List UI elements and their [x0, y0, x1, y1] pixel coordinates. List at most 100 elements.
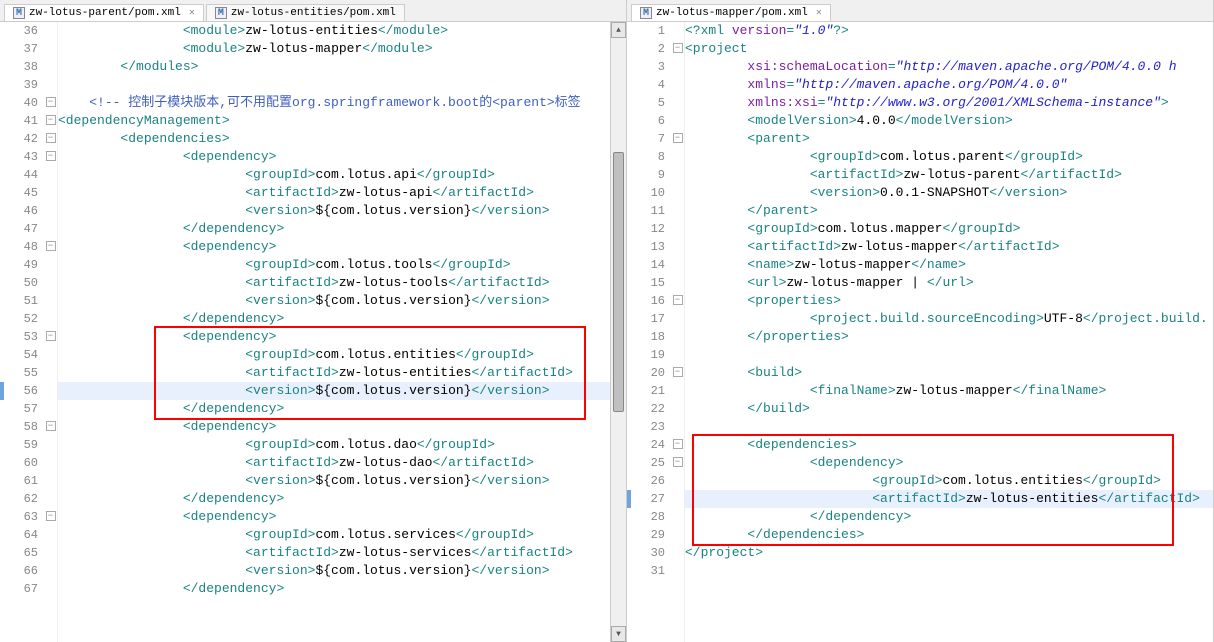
- code-line[interactable]: <artifactId>zw-lotus-dao</artifactId>: [58, 454, 610, 472]
- fold-toggle-icon[interactable]: −: [46, 421, 56, 431]
- code-line[interactable]: </dependency>: [58, 400, 610, 418]
- code-line[interactable]: <version>${com.lotus.version}</version>: [58, 382, 610, 400]
- fold-toggle-icon[interactable]: −: [46, 151, 56, 161]
- code-line[interactable]: <dependency>: [58, 418, 610, 436]
- code-line[interactable]: <dependency>: [58, 328, 610, 346]
- close-icon[interactable]: ✕: [816, 7, 822, 19]
- code-line[interactable]: <dependency>: [685, 454, 1213, 472]
- code-line[interactable]: </project>: [685, 544, 1213, 562]
- close-icon[interactable]: ✕: [189, 7, 195, 19]
- vertical-scrollbar-left[interactable]: ▲ ▼: [610, 22, 626, 642]
- code-line[interactable]: </dependency>: [58, 490, 610, 508]
- code-line[interactable]: <artifactId>zw-lotus-api</artifactId>: [58, 184, 610, 202]
- code-line[interactable]: <project.build.sourceEncoding>UTF-8</pro…: [685, 310, 1213, 328]
- fold-toggle-icon[interactable]: −: [673, 367, 683, 377]
- code-line[interactable]: <dependency>: [58, 508, 610, 526]
- code-line[interactable]: xsi:schemaLocation="http://maven.apache.…: [685, 58, 1213, 76]
- code-line[interactable]: </dependency>: [58, 580, 610, 598]
- code-line[interactable]: </build>: [685, 400, 1213, 418]
- line-number: 5: [627, 94, 665, 112]
- code-line[interactable]: [685, 346, 1213, 364]
- editor-left[interactable]: 3637383940414243444546474849505152535455…: [0, 22, 626, 642]
- code-line[interactable]: <version>${com.lotus.version}</version>: [58, 292, 610, 310]
- code-line[interactable]: </dependency>: [58, 220, 610, 238]
- line-number: 48: [0, 238, 38, 256]
- scroll-thumb-left[interactable]: [613, 152, 624, 412]
- code-line[interactable]: <parent>: [685, 130, 1213, 148]
- fold-toggle-icon[interactable]: −: [673, 439, 683, 449]
- code-line[interactable]: [685, 418, 1213, 436]
- line-number: 53: [0, 328, 38, 346]
- line-number: 15: [627, 274, 665, 292]
- line-number: 55: [0, 364, 38, 382]
- code-line[interactable]: <groupId>com.lotus.tools</groupId>: [58, 256, 610, 274]
- code-line[interactable]: </dependency>: [58, 310, 610, 328]
- code-line[interactable]: <groupId>com.lotus.dao</groupId>: [58, 436, 610, 454]
- editor-tab[interactable]: Mzw-lotus-entities/pom.xml: [206, 4, 405, 21]
- code-line[interactable]: <?xml version="1.0"?>: [685, 22, 1213, 40]
- fold-toggle-icon[interactable]: −: [673, 295, 683, 305]
- code-line[interactable]: <groupId>com.lotus.services</groupId>: [58, 526, 610, 544]
- code-line[interactable]: xmlns:xsi="http://www.w3.org/2001/XMLSch…: [685, 94, 1213, 112]
- code-line[interactable]: <dependency>: [58, 148, 610, 166]
- editor-tab[interactable]: Mzw-lotus-parent/pom.xml✕: [4, 4, 204, 21]
- fold-toggle-icon[interactable]: −: [46, 331, 56, 341]
- code-line[interactable]: <dependencies>: [685, 436, 1213, 454]
- code-line[interactable]: [685, 562, 1213, 580]
- code-line[interactable]: <artifactId>zw-lotus-tools</artifactId>: [58, 274, 610, 292]
- code-line[interactable]: <build>: [685, 364, 1213, 382]
- editor-right[interactable]: 1234567891011121314151617181920212223242…: [627, 22, 1213, 642]
- code-line[interactable]: </dependencies>: [685, 526, 1213, 544]
- fold-toggle-icon[interactable]: −: [46, 115, 56, 125]
- xml-file-icon: M: [215, 7, 227, 19]
- line-number: 11: [627, 202, 665, 220]
- fold-strip-left[interactable]: − − − − − − − −: [44, 22, 58, 642]
- code-line[interactable]: <module>zw-lotus-entities</module>: [58, 22, 610, 40]
- code-line[interactable]: xmlns="http://maven.apache.org/POM/4.0.0…: [685, 76, 1213, 94]
- code-line[interactable]: <project: [685, 40, 1213, 58]
- code-line[interactable]: </dependency>: [685, 508, 1213, 526]
- code-line[interactable]: <!-- 控制子模块版本,可不用配置org.springframework.bo…: [58, 94, 610, 112]
- code-line[interactable]: <modelVersion>4.0.0</modelVersion>: [685, 112, 1213, 130]
- fold-toggle-icon[interactable]: −: [46, 97, 56, 107]
- code-line[interactable]: <url>zw-lotus-mapper | </url>: [685, 274, 1213, 292]
- code-line[interactable]: <groupId>com.lotus.api</groupId>: [58, 166, 610, 184]
- code-line[interactable]: <version>${com.lotus.version}</version>: [58, 562, 610, 580]
- code-line[interactable]: </properties>: [685, 328, 1213, 346]
- fold-toggle-icon[interactable]: −: [673, 43, 683, 53]
- code-line[interactable]: <dependency>: [58, 238, 610, 256]
- code-line[interactable]: </modules>: [58, 58, 610, 76]
- code-line[interactable]: <version>0.0.1-SNAPSHOT</version>: [685, 184, 1213, 202]
- code-line[interactable]: [58, 76, 610, 94]
- code-line[interactable]: <dependencyManagement>: [58, 112, 610, 130]
- code-line[interactable]: <artifactId>zw-lotus-entities</artifactI…: [58, 364, 610, 382]
- fold-strip-right[interactable]: − − − − − −: [671, 22, 685, 642]
- fold-toggle-icon[interactable]: −: [46, 241, 56, 251]
- code-line[interactable]: <groupId>com.lotus.mapper</groupId>: [685, 220, 1213, 238]
- scroll-up-icon[interactable]: ▲: [611, 22, 626, 38]
- code-area-right[interactable]: <?xml version="1.0"?><project xsi:schema…: [685, 22, 1213, 642]
- fold-toggle-icon[interactable]: −: [46, 511, 56, 521]
- code-line[interactable]: <name>zw-lotus-mapper</name>: [685, 256, 1213, 274]
- line-number: 42: [0, 130, 38, 148]
- code-line[interactable]: <properties>: [685, 292, 1213, 310]
- fold-toggle-icon[interactable]: −: [673, 133, 683, 143]
- code-line[interactable]: </parent>: [685, 202, 1213, 220]
- code-area-left[interactable]: <module>zw-lotus-entities</module> <modu…: [58, 22, 610, 642]
- code-line[interactable]: <artifactId>zw-lotus-services</artifactI…: [58, 544, 610, 562]
- code-line[interactable]: <version>${com.lotus.version}</version>: [58, 472, 610, 490]
- fold-toggle-icon[interactable]: −: [46, 133, 56, 143]
- code-line[interactable]: <version>${com.lotus.version}</version>: [58, 202, 610, 220]
- code-line[interactable]: <finalName>zw-lotus-mapper</finalName>: [685, 382, 1213, 400]
- fold-toggle-icon[interactable]: −: [673, 457, 683, 467]
- code-line[interactable]: <artifactId>zw-lotus-mapper</artifactId>: [685, 238, 1213, 256]
- code-line[interactable]: <dependencies>: [58, 130, 610, 148]
- scroll-down-icon[interactable]: ▼: [611, 626, 626, 642]
- code-line[interactable]: <module>zw-lotus-mapper</module>: [58, 40, 610, 58]
- code-line[interactable]: <groupId>com.lotus.entities</groupId>: [58, 346, 610, 364]
- code-line[interactable]: <groupId>com.lotus.parent</groupId>: [685, 148, 1213, 166]
- editor-tab[interactable]: Mzw-lotus-mapper/pom.xml✕: [631, 4, 831, 21]
- code-line[interactable]: <artifactId>zw-lotus-entities</artifactI…: [685, 490, 1213, 508]
- code-line[interactable]: <artifactId>zw-lotus-parent</artifactId>: [685, 166, 1213, 184]
- code-line[interactable]: <groupId>com.lotus.entities</groupId>: [685, 472, 1213, 490]
